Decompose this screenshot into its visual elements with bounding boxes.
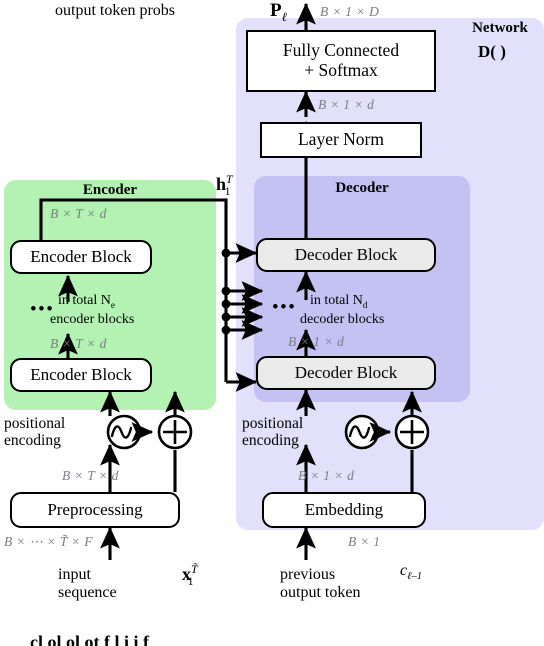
in-total-nd-label: in total Nd: [310, 293, 368, 310]
network-function-label: D( ): [478, 42, 506, 61]
encoder-region-title: Encoder: [82, 182, 138, 198]
h-vector-label: hT1: [216, 172, 233, 198]
encoder-blocks-label: encoder blocks: [50, 312, 135, 327]
x-input-label: xT̃1: [182, 562, 198, 588]
encoder-block-bottom-box[interactable]: Encoder Block: [10, 358, 152, 392]
shape-probs-out: B × 1 × D: [320, 4, 380, 19]
preprocessing-box[interactable]: Preprocessing: [10, 492, 180, 528]
shape-dec-bottom-out: B × 1 × d: [288, 334, 345, 349]
output-token-probs-label: output token probs: [55, 2, 175, 19]
positional-encoding-left-label: positional encoding: [4, 415, 66, 450]
shape-fc-in: B × 1 × d: [318, 97, 375, 112]
network-region-title: Network: [472, 20, 528, 36]
previous-output-token-label: previous output token: [280, 566, 361, 601]
decoder-block-bottom-box[interactable]: Decoder Block: [256, 356, 436, 390]
shape-preproc-in: B × ⋯ × T̃ × F: [4, 534, 93, 549]
fully-connected-softmax-box[interactable]: Fully Connected + Softmax: [246, 30, 436, 92]
c-prev-token-label: cℓ–1: [400, 562, 423, 583]
input-sequence-label: input sequence: [58, 566, 117, 601]
shape-embedding-out: B × 1 × d: [298, 468, 355, 483]
shape-enc-bottom-out: B × T × d: [50, 336, 107, 351]
encoder-block-top-box[interactable]: Encoder Block: [10, 240, 152, 274]
positional-encoding-right-label: positional encoding: [242, 415, 304, 450]
shape-embedding-in: B × 1: [348, 534, 381, 549]
embedding-box[interactable]: Embedding: [262, 492, 426, 528]
decoder-stack-ellipsis: •••: [272, 297, 297, 318]
p-ell-label: Pℓ: [270, 0, 287, 24]
cropped-caption-line: cl ol ol ot f l i i f: [30, 632, 149, 646]
decoder-blocks-label: decoder blocks: [300, 312, 385, 327]
shape-enc-top-out: B × T × d: [50, 206, 107, 221]
shape-preproc-out: B × T × d: [62, 468, 119, 483]
decoder-block-top-box[interactable]: Decoder Block: [256, 238, 436, 272]
in-total-ne-label: in total Ne: [58, 293, 115, 310]
diagram-canvas: Fully Connected + Softmax Layer Norm Enc…: [0, 0, 544, 646]
decoder-region-title: Decoder: [335, 180, 389, 196]
layer-norm-box[interactable]: Layer Norm: [260, 122, 422, 158]
